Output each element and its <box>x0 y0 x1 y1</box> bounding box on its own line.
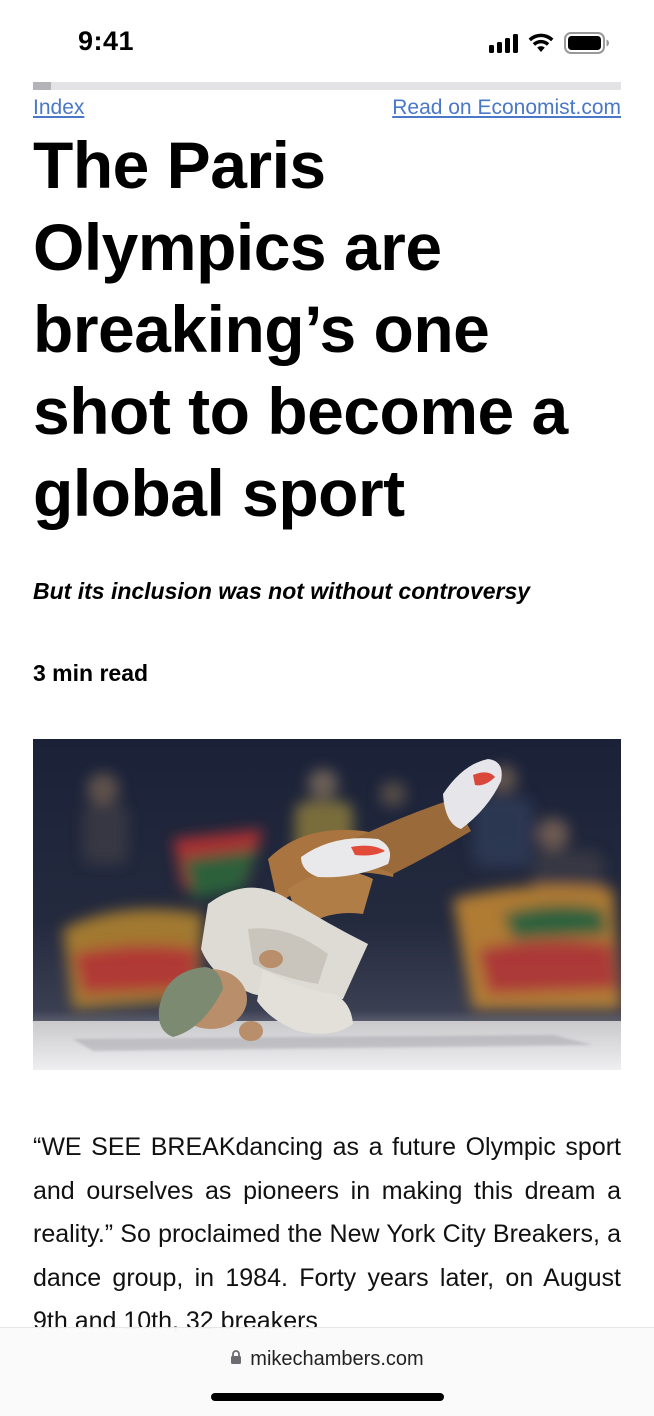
battery-icon <box>564 32 610 54</box>
lock-icon <box>230 1348 242 1371</box>
read-time: 3 min read <box>33 660 149 686</box>
browser-bottom-bar: mikechambers.com <box>0 1327 654 1416</box>
read-on-source-link[interactable]: Read on Economist.com <box>392 96 621 120</box>
reading-progress-bar <box>33 82 621 90</box>
article-nav: Index Read on Economist.com <box>33 96 621 120</box>
index-link[interactable]: Index <box>33 96 84 120</box>
article-photo <box>33 739 621 1070</box>
reading-progress-fill <box>33 82 51 90</box>
home-indicator[interactable] <box>211 1393 444 1401</box>
breakdancer-photo <box>33 739 621 1070</box>
article-body-text: “WE SEE BREAKdancing as a future Olympic… <box>33 1133 621 1335</box>
url-bar[interactable]: mikechambers.com <box>0 1348 654 1371</box>
status-bar: 9:41 <box>0 0 654 80</box>
article-headline: The Paris Olympics are breaking’s one sh… <box>33 128 568 530</box>
status-time: 9:41 <box>78 26 135 56</box>
status-icons <box>489 30 610 56</box>
signal-icon <box>489 33 518 53</box>
url-text: mikechambers.com <box>250 1348 424 1370</box>
article-subtitle: But its inclusion was not without contro… <box>33 578 531 604</box>
wifi-icon <box>528 33 554 53</box>
